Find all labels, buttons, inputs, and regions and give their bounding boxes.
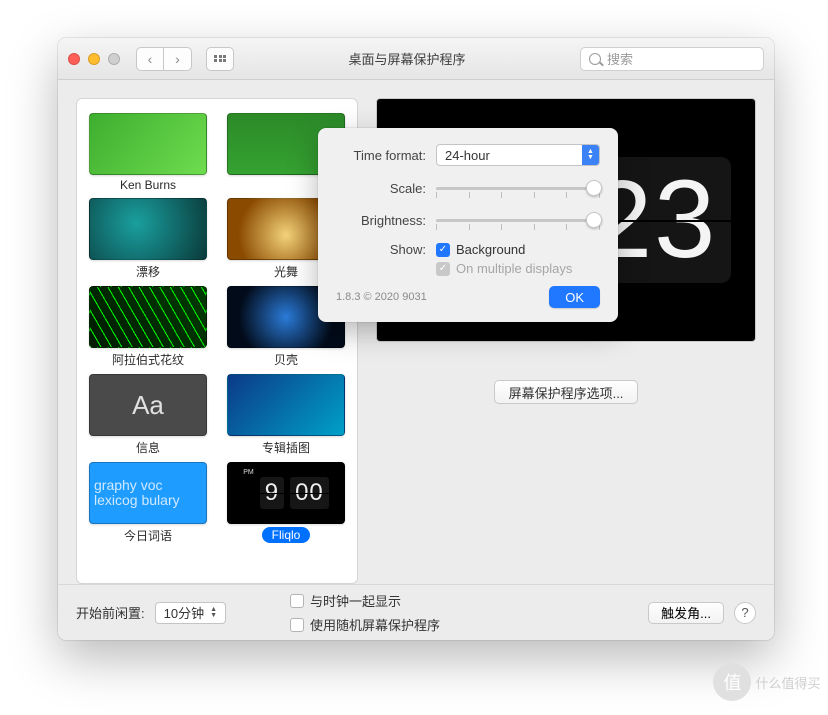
brightness-label: Brightness: bbox=[336, 213, 426, 228]
nav-buttons: ‹ › bbox=[136, 47, 192, 71]
window-title: 桌面与屏幕保护程序 bbox=[242, 49, 572, 68]
chevron-updown-icon: ▲▼ bbox=[210, 607, 217, 619]
footer: 开始前闲置: 10分钟 ▲▼ 与时钟一起显示 使用随机屏幕保护程序 触发角...… bbox=[58, 584, 774, 640]
watermark-text: 什么值得买 bbox=[755, 673, 820, 692]
multiple-displays-checkbox: ✓ On multiple displays bbox=[436, 261, 572, 276]
screensaver-thumb[interactable]: graphy voc lexicog bulary 今日词语 bbox=[89, 462, 207, 544]
zoom-icon[interactable] bbox=[108, 53, 120, 65]
show-clock-checkbox[interactable]: 与时钟一起显示 bbox=[290, 591, 440, 610]
show-all-button[interactable] bbox=[206, 47, 234, 71]
close-icon[interactable] bbox=[68, 53, 80, 65]
options-popover: Time format: 24-hour ▲▼ Scale: Brightnes… bbox=[318, 128, 618, 322]
slider-knob[interactable] bbox=[586, 180, 602, 196]
thumb-image bbox=[89, 286, 207, 348]
thumb-image bbox=[89, 113, 207, 175]
start-after-select[interactable]: 10分钟 ▲▼ bbox=[155, 602, 226, 624]
minimize-icon[interactable] bbox=[88, 53, 100, 65]
start-after-label: 开始前闲置: bbox=[76, 603, 145, 622]
thumb-image: Aa bbox=[89, 374, 207, 436]
version-label: 1.8.3 © 2020 9031 bbox=[336, 291, 427, 303]
hot-corners-button[interactable]: 触发角... bbox=[648, 602, 724, 624]
time-format-label: Time format: bbox=[336, 148, 426, 163]
scale-label: Scale: bbox=[336, 181, 426, 196]
screensaver-thumb[interactable]: 阿拉伯式花纹 bbox=[89, 286, 207, 368]
thumb-label: 信息 bbox=[136, 439, 160, 456]
thumb-label: 漂移 bbox=[136, 263, 160, 280]
thumb-label: 今日词语 bbox=[124, 527, 172, 544]
screensaver-thumb[interactable]: Aa 信息 bbox=[89, 374, 207, 456]
thumb-image bbox=[227, 374, 345, 436]
time-format-select[interactable]: 24-hour ▲▼ bbox=[436, 144, 600, 166]
checkbox-checked-icon: ✓ bbox=[436, 243, 450, 257]
watermark-icon: 值 bbox=[713, 663, 751, 701]
thumb-label: 阿拉伯式花纹 bbox=[112, 351, 184, 368]
background-checkbox[interactable]: ✓ Background bbox=[436, 242, 525, 257]
watermark: 值 什么值得买 bbox=[712, 655, 822, 709]
screensaver-thumb[interactable]: 漂移 bbox=[89, 198, 207, 280]
slider-knob[interactable] bbox=[586, 212, 602, 228]
scale-slider[interactable] bbox=[436, 178, 600, 198]
thumb-label: Fliqlo bbox=[262, 527, 311, 543]
search-input[interactable]: 搜索 bbox=[580, 47, 764, 71]
forward-button[interactable]: › bbox=[164, 47, 192, 71]
ok-button[interactable]: OK bbox=[549, 286, 600, 308]
back-button[interactable]: ‹ bbox=[136, 47, 164, 71]
help-button[interactable]: ? bbox=[734, 602, 756, 624]
checkbox-icon bbox=[290, 618, 304, 632]
window-controls bbox=[68, 53, 120, 65]
thumb-image: graphy voc lexicog bulary bbox=[89, 462, 207, 524]
show-label: Show: bbox=[336, 242, 426, 257]
thumb-image bbox=[89, 198, 207, 260]
chevron-updown-icon: ▲▼ bbox=[582, 145, 599, 165]
screensaver-thumb[interactable]: Ken Burns bbox=[89, 113, 207, 192]
screensaver-options-button[interactable]: 屏幕保护程序选项... bbox=[494, 380, 639, 404]
screensaver-thumb[interactable]: PM900 Fliqlo bbox=[227, 462, 345, 544]
screensaver-gallery[interactable]: Ken Burns 漂移 光舞阿拉伯式花纹 贝壳 Aa 信息 专辑插图 graphy voc … bbox=[76, 98, 358, 584]
search-icon bbox=[589, 53, 601, 65]
titlebar: ‹ › 桌面与屏幕保护程序 搜索 bbox=[58, 38, 774, 80]
thumb-image: PM900 bbox=[227, 462, 345, 524]
screensaver-thumb[interactable]: 专辑插图 bbox=[227, 374, 345, 456]
thumb-label: 专辑插图 bbox=[262, 439, 310, 456]
search-placeholder: 搜索 bbox=[607, 49, 633, 68]
thumb-label: Ken Burns bbox=[120, 178, 176, 192]
preferences-window: ‹ › 桌面与屏幕保护程序 搜索 Ken Burns 漂移 光舞阿拉伯式花纹 贝壳 Aa… bbox=[58, 38, 774, 640]
thumb-label: 光舞 bbox=[274, 263, 298, 280]
thumb-label: 贝壳 bbox=[274, 351, 298, 368]
grid-icon bbox=[214, 55, 226, 63]
brightness-slider[interactable] bbox=[436, 210, 600, 230]
checkbox-checked-icon: ✓ bbox=[436, 262, 450, 276]
random-screensaver-checkbox[interactable]: 使用随机屏幕保护程序 bbox=[290, 615, 440, 634]
checkbox-icon bbox=[290, 594, 304, 608]
